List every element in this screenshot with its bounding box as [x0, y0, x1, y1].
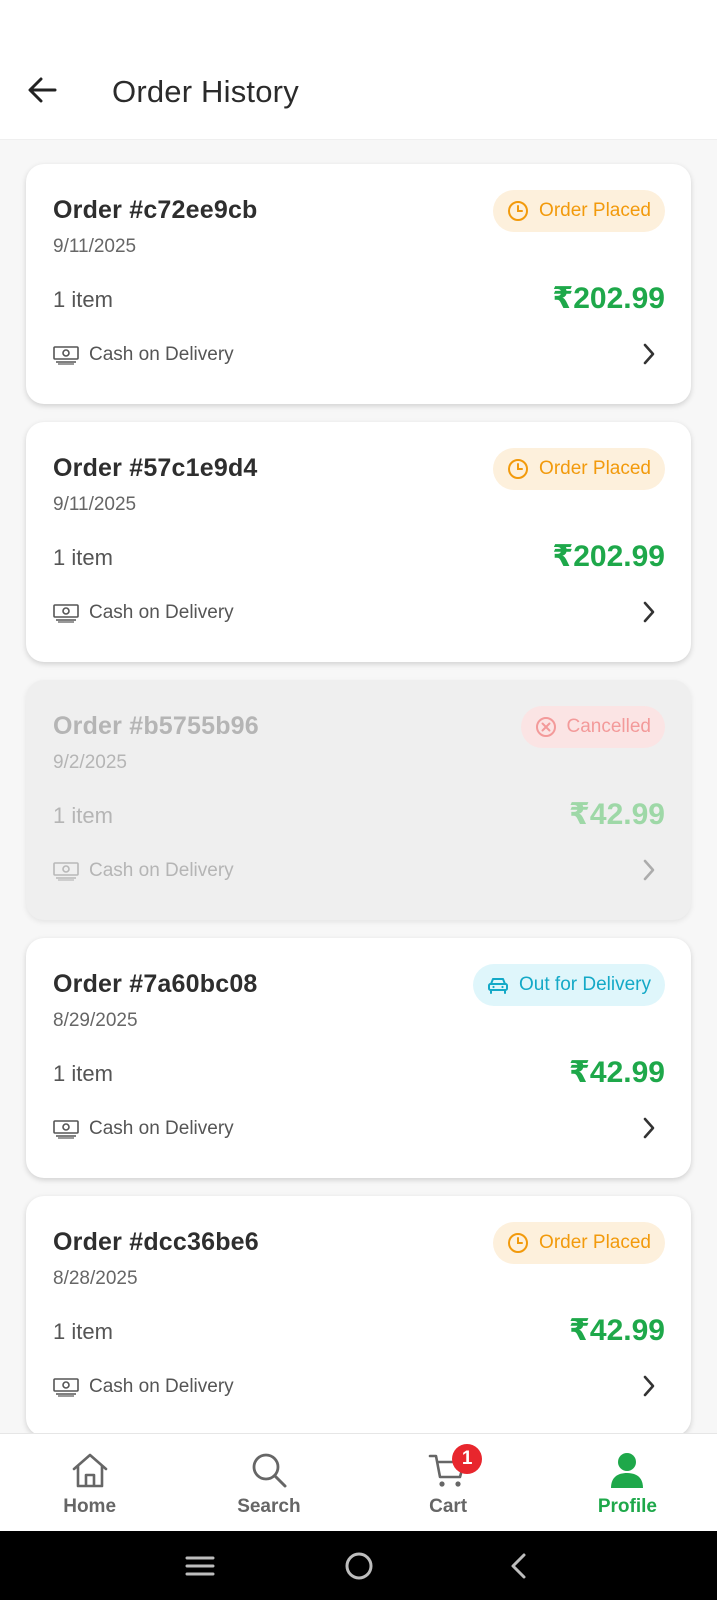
nav-cart[interactable]: 1 Cart: [359, 1434, 538, 1531]
order-date: 9/11/2025: [53, 494, 137, 515]
app-header: Order History: [0, 0, 717, 140]
nav-label: Search: [237, 1496, 301, 1517]
bottom-navigation: Home Search 1 Cart Profile: [0, 1433, 717, 1531]
order-total: ₹202.99: [552, 282, 665, 315]
status-label: Order Placed: [539, 458, 651, 479]
status-badge: Order Placed: [493, 448, 665, 490]
car-icon: [487, 974, 509, 996]
home-button[interactable]: [339, 1546, 379, 1586]
order-card[interactable]: Order #7a60bc08 Out for Delivery 8/29/20…: [26, 938, 691, 1178]
clock-icon: [507, 200, 529, 222]
item-count: 1 item: [53, 1061, 113, 1086]
page-title: Order History: [112, 74, 299, 109]
payment-method: Cash on Delivery: [53, 1118, 234, 1140]
cash-icon: [53, 344, 79, 366]
x-circle-icon: [535, 716, 557, 738]
cart-count-badge: 1: [452, 1444, 483, 1474]
chevron-right-icon[interactable]: [637, 339, 661, 369]
item-count: 1 item: [53, 803, 113, 828]
cart-icon: 1: [426, 1444, 483, 1490]
payment-label: Cash on Delivery: [89, 1376, 234, 1397]
cash-icon: [53, 1376, 79, 1398]
back-button[interactable]: [22, 70, 62, 110]
search-icon: [247, 1450, 291, 1490]
payment-label: Cash on Delivery: [89, 344, 234, 365]
clock-icon: [507, 1232, 529, 1254]
chevron-right-icon[interactable]: [637, 597, 661, 627]
profile-icon: [605, 1450, 649, 1490]
payment-method: Cash on Delivery: [53, 344, 234, 366]
order-id: Order #c72ee9cb: [53, 196, 258, 224]
home-icon: [68, 1450, 112, 1490]
chevron-right-icon[interactable]: [637, 1371, 661, 1401]
order-total: ₹42.99: [569, 1314, 665, 1347]
circle-icon: [345, 1552, 372, 1579]
chevron-right-icon[interactable]: [637, 1113, 661, 1143]
payment-label: Cash on Delivery: [89, 602, 234, 623]
order-list: Order #c72ee9cb Order Placed 9/11/2025 1…: [26, 164, 691, 1454]
order-date: 8/29/2025: [53, 1010, 138, 1031]
status-label: Order Placed: [539, 1232, 651, 1253]
payment-label: Cash on Delivery: [89, 860, 234, 881]
status-label: Order Placed: [539, 200, 651, 221]
nav-label: Home: [63, 1496, 117, 1517]
system-navigation-bar: [0, 1531, 717, 1600]
order-card[interactable]: Order #57c1e9d4 Order Placed 9/11/2025 1…: [26, 422, 691, 662]
order-total: ₹42.99: [569, 798, 665, 831]
status-badge: Order Placed: [493, 1222, 665, 1264]
order-total: ₹42.99: [569, 1056, 665, 1089]
order-id: Order #dcc36be6: [53, 1228, 259, 1256]
status-badge: Order Placed: [493, 190, 665, 232]
order-id: Order #57c1e9d4: [53, 454, 258, 482]
order-card[interactable]: Order #b5755b96 Cancelled 9/2/2025 1 ite…: [26, 680, 691, 920]
arrow-left-icon: [28, 77, 57, 103]
order-date: 8/28/2025: [53, 1268, 138, 1289]
order-card[interactable]: Order #dcc36be6 Order Placed 8/28/2025 1…: [26, 1196, 691, 1436]
item-count: 1 item: [53, 287, 113, 312]
clock-icon: [507, 458, 529, 480]
nav-home[interactable]: Home: [0, 1434, 179, 1531]
menu-icon: [185, 1556, 214, 1575]
item-count: 1 item: [53, 1319, 113, 1344]
order-date: 9/11/2025: [53, 236, 137, 257]
payment-method: Cash on Delivery: [53, 1376, 234, 1398]
order-date: 9/2/2025: [53, 752, 127, 773]
cash-icon: [53, 602, 79, 624]
recent-apps-button[interactable]: [180, 1546, 220, 1586]
item-count: 1 item: [53, 545, 113, 570]
chevron-left-icon: [511, 1553, 525, 1578]
chevron-right-icon[interactable]: [637, 855, 661, 885]
nav-label: Profile: [597, 1496, 657, 1517]
order-id: Order #b5755b96: [53, 712, 259, 740]
status-label: Cancelled: [566, 716, 652, 737]
payment-method: Cash on Delivery: [53, 602, 234, 624]
order-id: Order #7a60bc08: [53, 970, 258, 998]
payment-label: Cash on Delivery: [89, 1118, 234, 1139]
status-badge: Out for Delivery: [473, 964, 665, 1006]
status-badge: Cancelled: [520, 706, 665, 748]
system-back-button[interactable]: [498, 1546, 538, 1586]
cash-icon: [53, 1118, 79, 1140]
order-total: ₹202.99: [552, 540, 665, 573]
nav-search[interactable]: Search: [179, 1434, 358, 1531]
cash-icon: [53, 860, 79, 882]
order-card[interactable]: Order #c72ee9cb Order Placed 9/11/2025 1…: [26, 164, 691, 404]
status-label: Out for Delivery: [519, 974, 651, 995]
payment-method: Cash on Delivery: [53, 860, 234, 882]
nav-label: Cart: [429, 1496, 468, 1517]
nav-profile[interactable]: Profile: [538, 1434, 717, 1531]
